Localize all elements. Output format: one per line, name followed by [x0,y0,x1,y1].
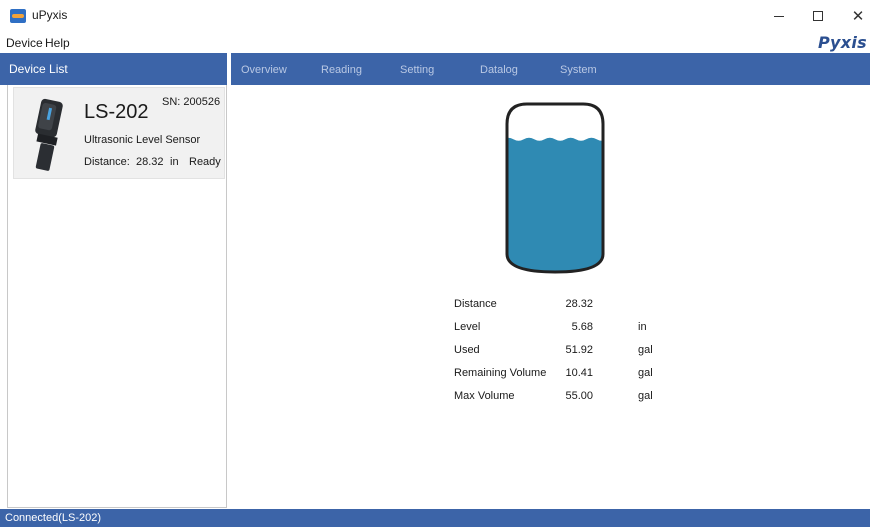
reading-unit: in [638,321,647,333]
reading-value: 51.92 [565,344,593,356]
tank-graphic [505,102,605,274]
minimize-icon [774,15,784,17]
tab-bar: Overview Reading Setting Datalog System [231,53,870,85]
device-list-header: Device List [0,53,227,85]
reading-row-used: Used 51.92 gal [454,344,674,360]
device-distance-label: Distance: [84,156,130,168]
reading-unit: gal [638,344,653,356]
reading-label: Used [454,344,480,356]
tab-reading[interactable]: Reading [321,64,362,76]
reading-label: Distance [454,298,497,310]
menu-device[interactable]: Device [6,36,43,50]
reading-value: 28.32 [565,298,593,310]
reading-row-remaining-volume: Remaining Volume 10.41 gal [454,367,674,383]
app-icon [10,9,26,23]
reading-value: 10.41 [565,367,593,379]
title-bar: uPyxis ✕ [0,0,870,32]
reading-row-distance: Distance 28.32 [454,298,674,314]
device-distance-unit: in [170,156,179,168]
close-icon: ✕ [851,8,865,25]
maximize-button[interactable] [803,5,833,27]
tab-system[interactable]: System [560,64,597,76]
reading-row-level: Level 5.68 in [454,321,674,337]
reading-unit: gal [638,390,653,402]
reading-label: Max Volume [454,390,515,402]
device-distance-value: 28.32 [136,156,164,168]
device-card[interactable]: LS-202 SN: 200526 Ultrasonic Level Senso… [13,87,225,179]
tank-liquid [507,137,603,272]
reading-row-max-volume: Max Volume 55.00 gal [454,390,674,406]
reading-value: 5.68 [571,321,593,333]
device-list-title: Device List [9,62,68,76]
minimize-button[interactable] [764,5,794,27]
status-bar: Connected(LS-202) [0,509,870,527]
device-serial: SN: 200526 [162,96,221,108]
tab-overview[interactable]: Overview [241,64,287,76]
brand-logo: Pyxis [818,33,867,52]
window-title: uPyxis [32,8,68,22]
device-model: LS-202 [84,101,149,123]
device-status: Ready [189,156,221,168]
reading-label: Level [454,321,481,333]
device-type: Ultrasonic Level Sensor [84,134,201,146]
reading-unit: gal [638,367,653,379]
close-button[interactable]: ✕ [846,5,870,27]
device-list-panel: LS-202 SN: 200526 Ultrasonic Level Senso… [7,85,227,508]
menu-help[interactable]: Help [45,36,70,50]
reading-value: 55.00 [565,390,593,402]
menu-bar: Device Help Pyxis [0,32,870,53]
tab-setting[interactable]: Setting [400,64,434,76]
reading-label: Remaining Volume [454,367,547,379]
tab-datalog[interactable]: Datalog [480,64,518,76]
maximize-icon [813,11,823,21]
connection-status: Connected(LS-202) [5,512,102,524]
sensor-icon [35,98,63,171]
